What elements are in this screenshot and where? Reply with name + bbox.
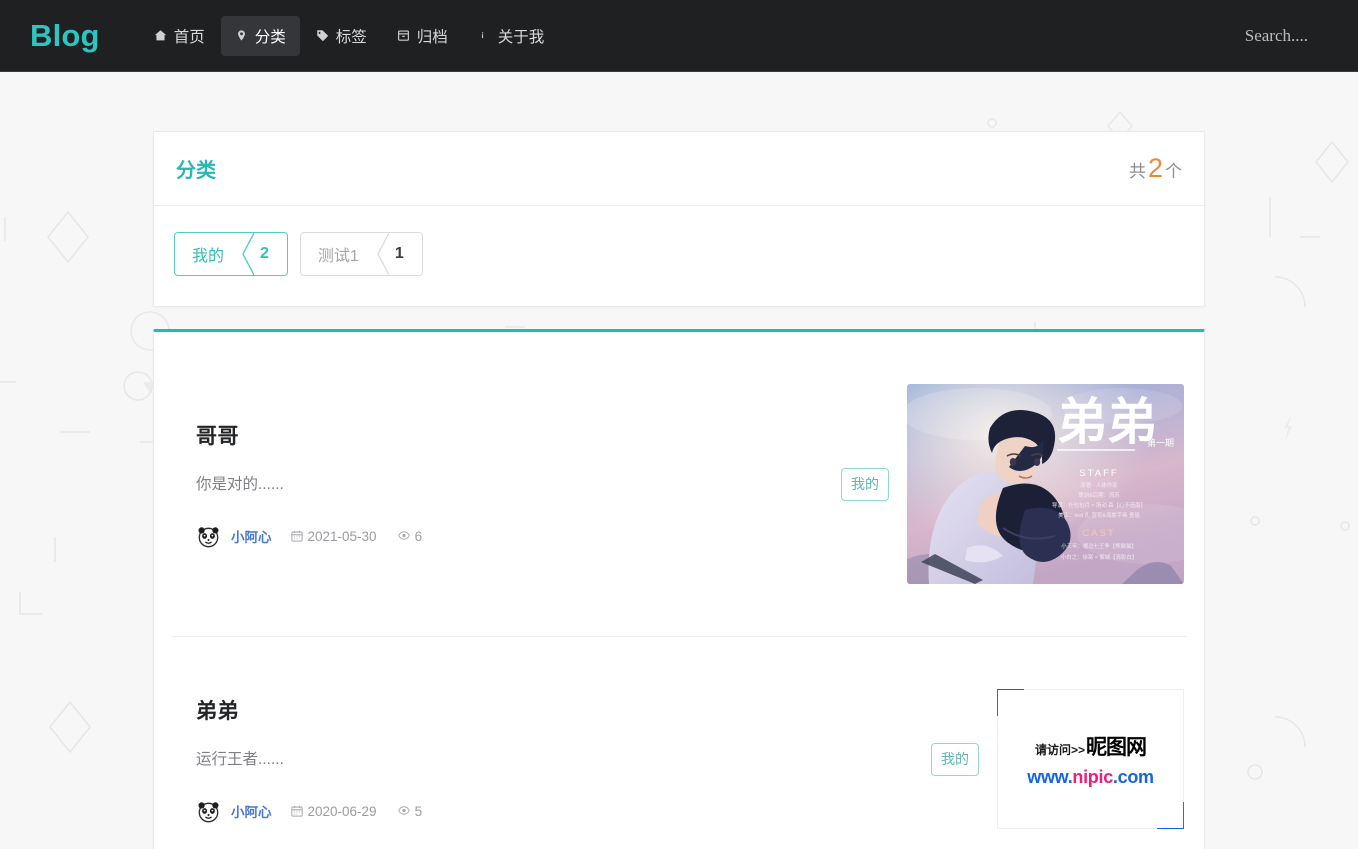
post-meta: 小阿心 2020-06-29 5 [196, 798, 931, 824]
post-date-value: 2020-06-29 [307, 803, 377, 819]
nav-item-category[interactable]: 分类 [220, 15, 300, 56]
svg-text:小白之：徐寒 × 紫城【清影白】: 小白之：徐寒 × 紫城【清影白】 [1061, 553, 1137, 561]
category-chip-list: 我的 2 测试1 1 [154, 206, 1204, 306]
tag-icon [316, 29, 329, 42]
post-author-link[interactable]: 小阿心 [231, 526, 272, 546]
post-views: 6 [397, 528, 423, 544]
page-title: 分类 [176, 160, 216, 182]
post-list-item: 弟弟 运行王者...... 小阿心 2020-06-29 5 我的 请访问>> … [172, 636, 1186, 849]
post-category-badge[interactable]: 我的 [841, 467, 889, 501]
svg-text:小三年：楼边七王争【熊猫猫】: 小三年：楼边七王争【熊猫猫】 [1061, 542, 1136, 550]
post-category: 我的 [841, 467, 889, 501]
calendar-icon [290, 805, 303, 817]
eye-icon [397, 530, 410, 542]
post-author-link[interactable]: 小阿心 [231, 801, 272, 821]
anime-poster-image: 弟弟 第一期 STAFF 原著 · 人体作家 策划&后期：流苏 导演：杜包包月 … [907, 384, 1184, 584]
category-card: 分类 共 2 个 我的 2 测试1 1 [153, 131, 1205, 307]
poster-episode-text: 第一期 [1147, 437, 1174, 448]
calendar-icon [290, 530, 303, 542]
site-brand-logo[interactable]: Blog [30, 20, 100, 51]
nav-item-category-label: 分类 [254, 28, 286, 46]
post-excerpt: 你是对的...... [196, 475, 284, 493]
nipic-url-line: www.nipic.com [1027, 766, 1154, 788]
corner-bracket-top-left [997, 689, 1024, 716]
svg-text:原著 · 人体作家: 原著 · 人体作家 [1080, 481, 1118, 489]
search-input[interactable] [1118, 25, 1328, 46]
nipic-watermark-image: 请访问>> 昵图网 www.nipic.com [997, 689, 1184, 829]
category-card-header: 分类 共 2 个 [154, 132, 1204, 206]
post-thumbnail[interactable]: 弟弟 第一期 STAFF 原著 · 人体作家 策划&后期：流苏 导演：杜包包月 … [907, 384, 1184, 584]
home-icon [154, 29, 167, 42]
nipic-url-prefix: www. [1027, 766, 1073, 787]
category-chip-test1-count: 1 [394, 245, 404, 262]
post-date: 2020-06-29 [290, 803, 377, 819]
nipic-url-suffix: .com [1112, 766, 1154, 787]
category-chip-mine-label: 我的 [192, 248, 225, 265]
nipic-visit-label: 请访问>> [1034, 742, 1086, 757]
search-area [1118, 25, 1328, 46]
post-title-link[interactable]: 哥哥 [196, 420, 841, 450]
svg-text:策划&后期：流苏: 策划&后期：流苏 [1078, 491, 1120, 499]
nav-menu: 首页 分类 标签 归档 关于我 [140, 15, 559, 56]
post-date-value: 2021-05-30 [307, 528, 377, 544]
svg-text:导演：杜包包月 × 场动 森【心不造南】: 导演：杜包包月 × 场动 森【心不造南】 [1052, 501, 1146, 509]
chip-chevron-icon [240, 233, 255, 275]
chip-chevron-icon [375, 233, 389, 275]
post-title-link[interactable]: 弟弟 [196, 695, 931, 725]
post-content: 弟弟 运行王者...... 小阿心 2020-06-29 5 [174, 695, 931, 824]
svg-text:美工：ked 扎 宣花&海棠字画 童瑶: 美工：ked 扎 宣花&海棠字画 童瑶 [1058, 511, 1140, 519]
poster-cast-heading: CAST [1082, 528, 1115, 539]
nav-item-tags[interactable]: 标签 [302, 16, 381, 56]
top-navbar: Blog 首页 分类 标签 归档 关于我 Search.... [0, 0, 1358, 72]
post-list-card: 哥哥 你是对的...... 小阿心 2021-05-30 6 我的 弟弟 第一期… [153, 329, 1205, 849]
poster-staff-heading: STAFF [1079, 468, 1118, 479]
category-chip-mine-count: 2 [260, 245, 269, 262]
category-chip-test1[interactable]: 测试1 1 [299, 232, 423, 276]
category-total-count: 共 2 个 [1129, 155, 1182, 182]
post-views-value: 5 [414, 803, 423, 819]
count-value: 2 [1147, 153, 1163, 183]
nipic-site-name: 昵图网 [1086, 735, 1147, 759]
page-container: 分类 共 2 个 我的 2 测试1 1 哥哥 你是对的...... 小阿心 20… [153, 72, 1205, 849]
category-chip-test1-label: 测试1 [317, 248, 359, 265]
eye-icon [397, 805, 410, 817]
post-category-badge[interactable]: 我的 [931, 742, 979, 776]
nav-item-about-label: 关于我 [497, 28, 545, 46]
nav-item-archive[interactable]: 归档 [383, 16, 462, 56]
nipic-url-mid: nipic [1072, 766, 1113, 787]
post-list-item: 哥哥 你是对的...... 小阿心 2021-05-30 6 我的 弟弟 第一期… [172, 332, 1186, 636]
corner-bracket-bottom-right [1157, 802, 1184, 829]
nav-item-about[interactable]: 关于我 [464, 16, 559, 56]
nav-item-home[interactable]: 首页 [140, 16, 219, 56]
archive-icon [397, 29, 410, 42]
nav-item-tags-label: 标签 [335, 28, 367, 46]
avatar [196, 523, 221, 549]
avatar [196, 798, 221, 824]
post-date: 2021-05-30 [290, 528, 377, 544]
nipic-visit-line: 请访问>> 昵图网 [1034, 731, 1147, 761]
count-suffix-label: 个 [1165, 162, 1182, 181]
post-thumbnail[interactable]: 请访问>> 昵图网 www.nipic.com [997, 689, 1184, 829]
post-content: 哥哥 你是对的...... 小阿心 2021-05-30 6 [174, 420, 841, 549]
post-views: 5 [397, 803, 423, 819]
count-prefix-label: 共 [1128, 162, 1146, 181]
map-marker-icon [235, 29, 248, 42]
post-meta: 小阿心 2021-05-30 6 [196, 523, 841, 549]
post-views-value: 6 [414, 528, 423, 544]
nav-item-archive-label: 归档 [416, 28, 448, 46]
post-excerpt: 运行王者...... [196, 750, 284, 768]
nav-item-home-label: 首页 [173, 28, 205, 46]
info-icon [478, 29, 491, 42]
post-category: 我的 [931, 742, 979, 776]
poster-title-text: 弟弟 [1057, 394, 1157, 450]
category-chip-mine[interactable]: 我的 2 [174, 232, 288, 276]
